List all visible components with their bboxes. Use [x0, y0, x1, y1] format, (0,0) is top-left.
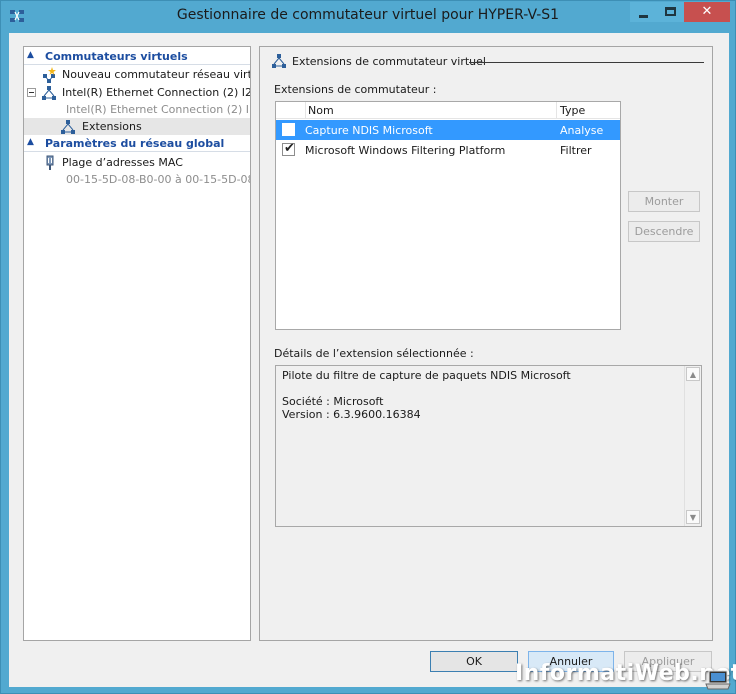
details-scrollbar[interactable]: ▲ ▼ — [684, 366, 701, 526]
group-divider — [469, 62, 704, 63]
minimize-button[interactable] — [630, 2, 657, 22]
checkbox-wfp[interactable]: ✔ — [282, 141, 295, 156]
scroll-up-icon[interactable]: ▲ — [686, 367, 700, 381]
list-item-ndis-capture[interactable]: Capture NDIS Microsoft Analyse — [276, 120, 620, 140]
close-button[interactable]: ✕ — [684, 2, 730, 22]
new-switch-icon — [43, 67, 56, 83]
checkbox-ndis-capture[interactable] — [282, 123, 295, 136]
move-up-button[interactable]: Monter — [628, 191, 700, 212]
collapse-expander-icon[interactable] — [27, 88, 36, 97]
details-label: Détails de l’extension sélectionnée : — [274, 347, 474, 360]
close-icon: ✕ — [701, 4, 713, 19]
extensions-list-label: Extensions de commutateur : — [274, 83, 437, 96]
list-item-wfp[interactable]: ✔ Microsoft Windows Filtering Platform F… — [276, 140, 620, 160]
virtual-switch-manager-window: Gestionnaire de commutateur virtuel pour… — [0, 0, 736, 694]
collapse-chevron-icon[interactable]: ▲ — [27, 50, 34, 60]
details-version: Version : 6.3.9600.16384 — [282, 408, 421, 421]
tree-item-intel-switch[interactable]: Intel(R) Ethernet Connection (2) I2... — [24, 84, 250, 101]
ok-button[interactable]: OK — [430, 651, 518, 672]
laptop-logo-icon — [705, 670, 731, 690]
dialog-client-area: ▲ Commutateurs virtuels Nouveau commutat… — [9, 33, 729, 687]
column-header-name[interactable]: Nom — [305, 102, 557, 118]
scroll-down-icon[interactable]: ▼ — [686, 510, 700, 524]
tree-item-mac-value: 00-15-5D-08-B0-00 à 00-15-5D-08... — [66, 173, 250, 186]
maximize-icon — [665, 7, 676, 16]
section-header-global-network[interactable]: ▲ Paramètres du réseau global — [24, 136, 250, 152]
maximize-button[interactable] — [657, 2, 684, 22]
column-header-type[interactable]: Type — [558, 102, 585, 118]
details-company: Société : Microsoft — [282, 395, 384, 408]
extensions-header-icon — [272, 54, 286, 68]
checkmark-icon: ✔ — [284, 141, 295, 156]
extensions-icon — [61, 120, 75, 134]
network-adapter-icon — [46, 155, 54, 170]
extensions-list[interactable]: Nom Type Capture NDIS Microsoft Analyse … — [275, 101, 621, 330]
move-down-button[interactable]: Descendre — [628, 221, 700, 242]
watermark-text: InformatiWeb.net — [515, 661, 736, 686]
minimize-icon — [639, 15, 648, 18]
details-description: Pilote du filtre de capture de paquets N… — [282, 369, 571, 382]
navigation-tree: ▲ Commutateurs virtuels Nouveau commutat… — [23, 46, 251, 641]
tree-item-mac-range[interactable]: Plage d’adresses MAC — [24, 154, 250, 171]
title-bar[interactable]: Gestionnaire de commutateur virtuel pour… — [1, 1, 735, 33]
group-title: Extensions de commutateur virtuel — [292, 55, 486, 68]
section-header-virtual-switches[interactable]: ▲ Commutateurs virtuels — [24, 49, 250, 65]
collapse-chevron-icon[interactable]: ▲ — [27, 137, 34, 147]
window-title: Gestionnaire de commutateur virtuel pour… — [176, 7, 560, 23]
list-header: Nom Type — [276, 102, 620, 119]
tree-item-extensions[interactable]: Extensions — [24, 118, 250, 135]
tree-item-new-switch[interactable]: Nouveau commutateur réseau virtuel — [24, 66, 250, 83]
extensions-panel: Extensions de commutateur virtuel Extens… — [259, 46, 713, 641]
extension-details-box[interactable]: Pilote du filtre de capture de paquets N… — [275, 365, 702, 527]
network-switch-icon — [42, 86, 56, 100]
tree-item-switch-adapter: Intel(R) Ethernet Connection (2) I... — [66, 103, 250, 116]
